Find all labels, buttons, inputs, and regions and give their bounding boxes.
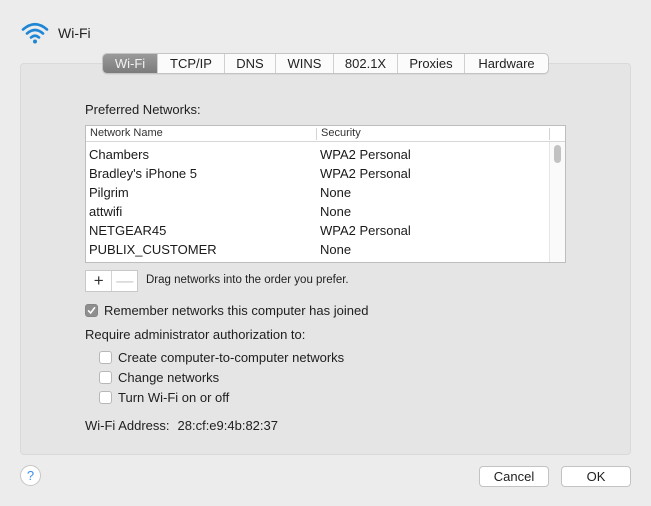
drag-hint: Drag networks into the order you prefer. bbox=[146, 274, 349, 286]
tab-wifi[interactable]: Wi-Fi bbox=[103, 54, 158, 73]
wifi-icon bbox=[21, 22, 49, 44]
remember-networks-option[interactable]: Remember networks this computer has join… bbox=[85, 303, 368, 318]
tab-tcpip[interactable]: TCP/IP bbox=[158, 54, 225, 73]
wifi-address-value: 28:cf:e9:4b:82:37 bbox=[177, 418, 278, 433]
wifi-address: Wi-Fi Address: 28:cf:e9:4b:82:37 bbox=[85, 418, 278, 433]
help-icon: ? bbox=[26, 468, 35, 483]
network-security: None bbox=[320, 242, 352, 257]
network-security: None bbox=[320, 185, 352, 200]
checkmark-icon bbox=[87, 307, 96, 314]
column-divider bbox=[316, 128, 317, 140]
network-security: WPA2 Personal bbox=[320, 223, 411, 238]
column-divider bbox=[549, 128, 550, 140]
admin-option-toggle-wifi[interactable]: Turn Wi-Fi on or off bbox=[99, 390, 229, 405]
admin-auth-label: Require administrator authorization to: bbox=[85, 327, 306, 342]
network-name: attwifi bbox=[89, 204, 123, 219]
remember-networks-label: Remember networks this computer has join… bbox=[104, 303, 369, 318]
tab-bar: Wi-Fi TCP/IP DNS WINS 802.1X Proxies Har… bbox=[102, 53, 549, 74]
create-networks-label: Create computer-to-computer networks bbox=[118, 350, 345, 365]
remember-networks-checkbox[interactable] bbox=[85, 304, 98, 317]
toggle-wifi-label: Turn Wi-Fi on or off bbox=[118, 390, 230, 405]
cancel-button[interactable]: Cancel bbox=[479, 466, 549, 487]
table-row[interactable]: Pilgrim None bbox=[86, 183, 549, 202]
tab-hardware[interactable]: Hardware bbox=[465, 54, 548, 73]
table-row[interactable]: Chambers WPA2 Personal bbox=[86, 145, 549, 164]
wifi-address-label: Wi-Fi Address: bbox=[85, 418, 170, 433]
remove-network-button[interactable]: — bbox=[111, 271, 137, 291]
network-security: WPA2 Personal bbox=[320, 147, 411, 162]
network-name: Chambers bbox=[89, 147, 149, 162]
tab-8021x[interactable]: 802.1X bbox=[334, 54, 398, 73]
window-title: Wi-Fi bbox=[58, 25, 91, 41]
network-name: PUBLIX_CUSTOMER bbox=[89, 242, 217, 257]
change-networks-checkbox[interactable] bbox=[99, 371, 112, 384]
preferred-networks-table[interactable]: Network Name Security Chambers WPA2 Pers… bbox=[85, 125, 566, 263]
network-name: NETGEAR45 bbox=[89, 223, 167, 238]
table-row[interactable]: attwifi None bbox=[86, 202, 549, 221]
table-row[interactable]: Bradley's iPhone 5 WPA2 Personal bbox=[86, 164, 549, 183]
network-security: WPA2 Personal bbox=[320, 166, 411, 181]
scrollbar-thumb[interactable] bbox=[554, 145, 561, 163]
table-header: Network Name Security bbox=[86, 126, 565, 142]
column-header-security[interactable]: Security bbox=[321, 126, 361, 142]
vertical-scrollbar[interactable] bbox=[549, 142, 565, 262]
tab-proxies[interactable]: Proxies bbox=[398, 54, 465, 73]
column-header-network-name[interactable]: Network Name bbox=[90, 126, 163, 142]
admin-option-create-networks[interactable]: Create computer-to-computer networks bbox=[99, 350, 344, 365]
network-name: Pilgrim bbox=[89, 185, 129, 200]
add-remove-buttons: + — bbox=[85, 270, 138, 292]
tab-wins[interactable]: WINS bbox=[276, 54, 334, 73]
preferred-networks-label: Preferred Networks: bbox=[85, 102, 201, 117]
add-network-button[interactable]: + bbox=[86, 271, 111, 291]
toggle-wifi-checkbox[interactable] bbox=[99, 391, 112, 404]
change-networks-label: Change networks bbox=[118, 370, 220, 385]
ok-button[interactable]: OK bbox=[561, 466, 631, 487]
table-row[interactable]: NETGEAR45 WPA2 Personal bbox=[86, 221, 549, 240]
network-name: Bradley's iPhone 5 bbox=[89, 166, 197, 181]
network-security: None bbox=[320, 204, 352, 219]
header: Wi-Fi bbox=[20, 20, 91, 46]
admin-option-change-networks[interactable]: Change networks bbox=[99, 370, 219, 385]
create-networks-checkbox[interactable] bbox=[99, 351, 112, 364]
help-button[interactable]: ? bbox=[20, 465, 41, 486]
table-row[interactable]: PUBLIX_CUSTOMER None bbox=[86, 240, 549, 259]
tab-dns[interactable]: DNS bbox=[225, 54, 276, 73]
